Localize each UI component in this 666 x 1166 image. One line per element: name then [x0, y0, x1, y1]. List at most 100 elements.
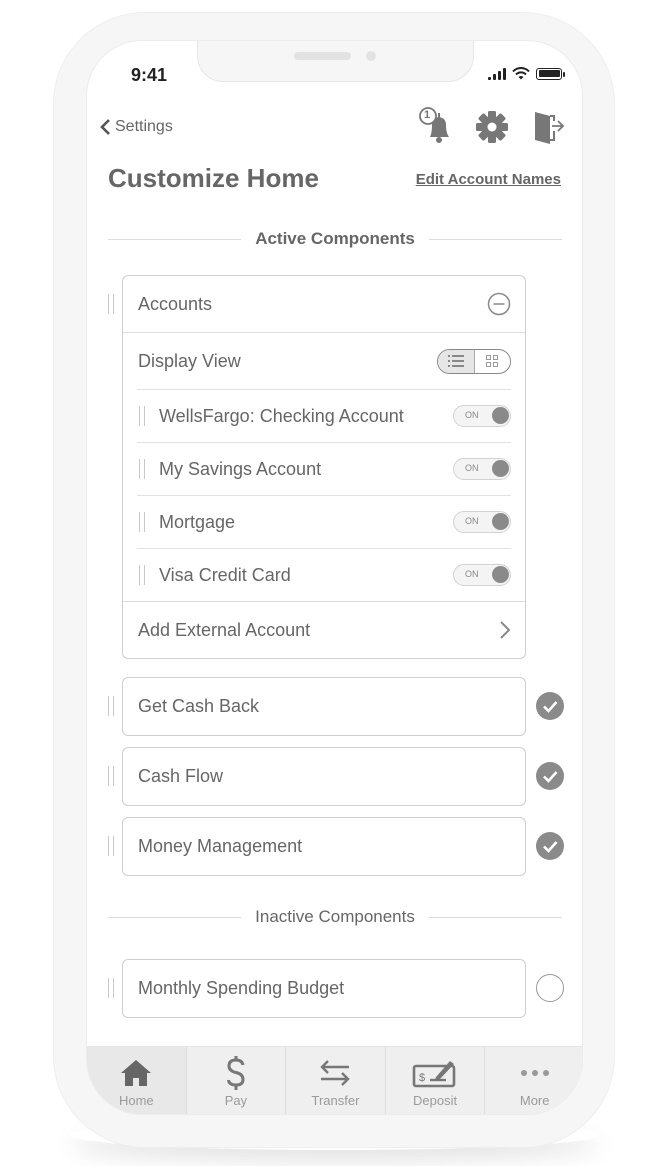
- chevron-right-icon: [500, 621, 511, 639]
- toggle-label: ON: [465, 516, 479, 526]
- component-name: Get Cash Back: [138, 696, 260, 716]
- drag-handle[interactable]: [139, 406, 145, 426]
- screen: 9:41 Settings 1 Customize Home Edit Acco…: [86, 40, 583, 1115]
- component-name: Cash Flow: [138, 766, 224, 786]
- battery-icon: [536, 67, 565, 80]
- account-row: WellsFargo: Checking Account ON: [137, 389, 511, 442]
- component-card: Get Cash Back: [122, 677, 526, 736]
- tab-transfer[interactable]: Transfer: [286, 1047, 386, 1114]
- drag-handle[interactable]: [108, 978, 114, 998]
- toggle-knob: [492, 407, 509, 424]
- back-label: Settings: [115, 118, 173, 135]
- checkmark-icon: [543, 771, 558, 783]
- chevron-left-icon: [100, 119, 110, 135]
- component-active-check[interactable]: [536, 762, 564, 790]
- component-row[interactable]: Get Cash Back: [123, 678, 525, 735]
- drag-handle[interactable]: [139, 565, 145, 585]
- add-external-account-row[interactable]: Add External Account: [123, 601, 525, 658]
- settings-button[interactable]: [474, 107, 510, 145]
- divider: [108, 238, 242, 240]
- dollar-icon: [226, 1056, 245, 1090]
- account-row: My Savings Account ON: [137, 442, 511, 495]
- divider: [108, 916, 242, 918]
- more-dots-icon: [520, 1070, 549, 1076]
- toggle-knob: [492, 460, 509, 477]
- divider: [428, 916, 563, 918]
- component-card: Money Management: [122, 817, 526, 876]
- drag-handle[interactable]: [139, 459, 145, 479]
- component-row[interactable]: Monthly Spending Budget: [123, 960, 525, 1017]
- drag-handle[interactable]: [108, 836, 114, 856]
- door-exit-icon: [535, 112, 565, 144]
- account-toggle[interactable]: ON: [453, 405, 511, 427]
- tab-label: Transfer: [311, 1093, 360, 1108]
- camera: [366, 51, 376, 61]
- home-icon: [121, 1060, 152, 1086]
- grid-icon: [486, 355, 499, 367]
- account-toggle[interactable]: ON: [453, 511, 511, 533]
- transfer-arrows-icon: [320, 1060, 351, 1086]
- toggle-label: ON: [465, 410, 479, 420]
- account-toggle[interactable]: ON: [453, 564, 511, 586]
- active-components-header: Active Components: [108, 229, 563, 249]
- section-label: Active Components: [255, 229, 415, 248]
- notch: [197, 41, 474, 82]
- component-row[interactable]: Money Management: [123, 818, 525, 875]
- component-card: Monthly Spending Budget: [122, 959, 526, 1018]
- svg-text:$: $: [419, 1072, 425, 1084]
- inactive-components-header: Inactive Components: [108, 907, 563, 927]
- notification-badge: 1: [424, 109, 431, 121]
- account-toggle[interactable]: ON: [453, 458, 511, 480]
- component-active-check[interactable]: [536, 692, 564, 720]
- display-view-label: Display View: [138, 350, 241, 371]
- divider: [428, 238, 563, 240]
- notifications-button[interactable]: 1: [418, 107, 454, 145]
- accounts-card: Accounts Display View WellsFargo: Checki…: [122, 275, 526, 659]
- tab-label: Pay: [224, 1093, 248, 1108]
- component-name: Money Management: [138, 836, 303, 856]
- wifi-icon: [512, 67, 530, 80]
- toggle-knob: [492, 566, 509, 583]
- toggle-label: ON: [465, 569, 479, 579]
- account-name: WellsFargo: Checking Account: [159, 405, 404, 426]
- tab-pay[interactable]: Pay: [187, 1047, 287, 1114]
- back-button[interactable]: Settings: [99, 118, 173, 136]
- signal-icon: [488, 67, 506, 80]
- tab-home[interactable]: Home: [87, 1047, 187, 1114]
- checkmark-icon: [543, 701, 558, 713]
- logout-button[interactable]: [530, 107, 566, 145]
- drag-handle[interactable]: [108, 696, 114, 716]
- drag-handle[interactable]: [139, 512, 145, 532]
- component-row[interactable]: Cash Flow: [123, 748, 525, 805]
- status-time: 9:41: [131, 65, 168, 85]
- toggle-label: ON: [465, 463, 479, 473]
- drag-handle[interactable]: [108, 766, 114, 786]
- status-icons: [488, 67, 565, 80]
- accounts-title: Accounts: [138, 293, 213, 314]
- account-name: Mortgage: [159, 511, 236, 532]
- account-name: My Savings Account: [159, 458, 322, 479]
- component-inactive-circle[interactable]: [536, 974, 564, 1002]
- toggle-knob: [492, 513, 509, 530]
- component-active-check[interactable]: [536, 832, 564, 860]
- tab-label: Home: [118, 1093, 154, 1108]
- list-view-option[interactable]: [438, 349, 475, 373]
- gear-icon: [476, 111, 508, 143]
- component-name: Monthly Spending Budget: [138, 978, 345, 998]
- tab-label: More: [519, 1093, 550, 1108]
- edit-account-names-link[interactable]: Edit Account Names: [416, 171, 561, 188]
- tab-more[interactable]: More: [485, 1047, 582, 1114]
- collapse-minus-icon[interactable]: [487, 292, 511, 316]
- checkmark-icon: [543, 841, 558, 853]
- accounts-card-header: Accounts: [123, 276, 525, 333]
- add-external-account-label: Add External Account: [138, 619, 311, 640]
- drag-handle[interactable]: [108, 294, 114, 314]
- tab-bar: Home Pay Transfer $ Deposit More: [87, 1046, 582, 1114]
- account-row: Visa Credit Card ON: [137, 548, 511, 601]
- component-card: Cash Flow: [122, 747, 526, 806]
- tab-deposit[interactable]: $ Deposit: [386, 1047, 486, 1114]
- header-actions: 1: [418, 107, 566, 145]
- account-name: Visa Credit Card: [159, 564, 291, 585]
- grid-view-option[interactable]: [475, 350, 511, 373]
- list-icon: [447, 355, 464, 367]
